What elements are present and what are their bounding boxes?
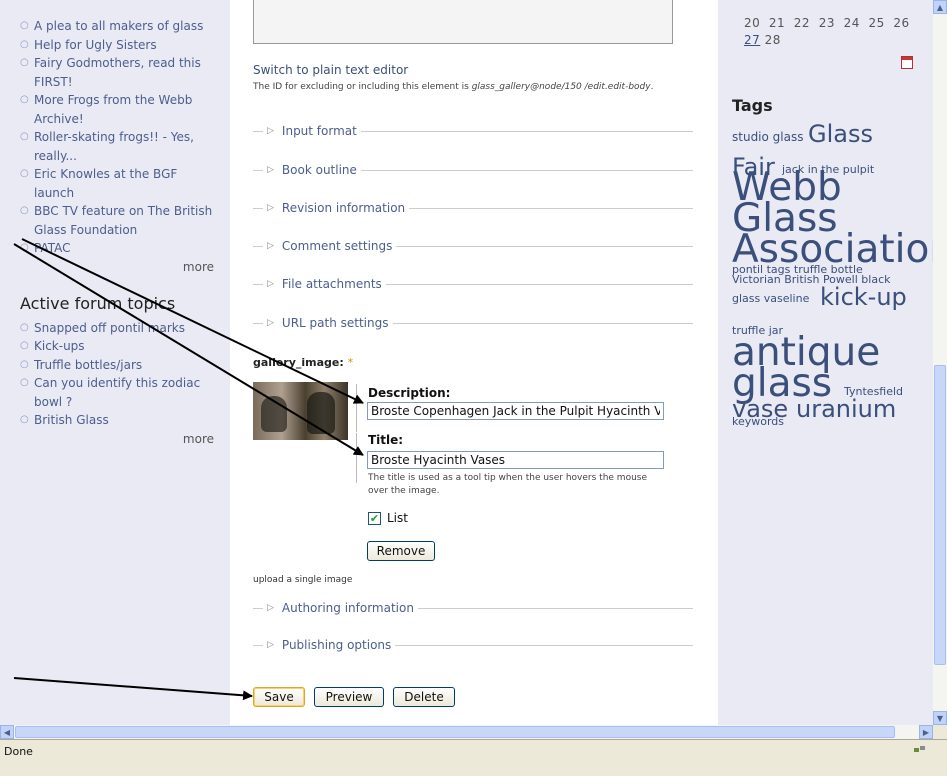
- bullet-icon: ○: [20, 340, 29, 351]
- id-help-text: The ID for excluding or including this e…: [253, 82, 654, 92]
- network-icon: [914, 746, 925, 752]
- list-checkbox-row[interactable]: ✔ List: [368, 511, 408, 525]
- bullet-icon: ○: [20, 131, 29, 142]
- list-item[interactable]: ○ Roller-skating frogs!! - Yes, really...: [20, 128, 230, 165]
- bullet-icon: ○: [20, 242, 29, 253]
- list-item[interactable]: ○ More Frogs from the Webb Archive!: [20, 91, 230, 128]
- horizontal-scroll-thumb[interactable]: [15, 726, 895, 738]
- list-item[interactable]: ○ Snapped off pontil marks: [20, 319, 230, 338]
- tag-link[interactable]: glass vaseline: [732, 293, 809, 304]
- list-label: List: [387, 511, 408, 525]
- list-item[interactable]: ○ Kick-ups: [20, 337, 230, 356]
- bullet-icon: ○: [20, 20, 29, 31]
- preview-button[interactable]: Preview: [314, 687, 384, 707]
- description-input[interactable]: [367, 402, 664, 420]
- title-help-text: The title is used as a tool tip when the…: [368, 473, 648, 496]
- fieldset-url-path-settings[interactable]: ▷ URL path settings: [253, 315, 693, 331]
- calendar-icon[interactable]: [901, 56, 913, 69]
- collapse-triangle-icon: ▷: [267, 279, 274, 289]
- forum-more-link[interactable]: more: [0, 432, 230, 446]
- switch-editor-link[interactable]: Switch to plain text editor: [253, 63, 408, 77]
- calendar-week-row: 20 21 22 23 24 25 26: [744, 16, 910, 30]
- bullet-icon: ○: [20, 377, 29, 388]
- tags-title: Tags: [732, 96, 773, 115]
- save-button[interactable]: Save: [253, 687, 305, 707]
- bullet-icon: ○: [20, 414, 29, 425]
- bullet-icon: ○: [20, 358, 29, 370]
- fieldset-input-format[interactable]: ▷ Input format: [253, 123, 693, 139]
- horizontal-scrollbar[interactable]: ◀ ▶: [0, 725, 933, 739]
- remove-button[interactable]: Remove: [367, 541, 435, 561]
- list-item[interactable]: ○ British Glass: [20, 411, 230, 430]
- vertical-scrollbar[interactable]: ▲ ▼: [933, 0, 947, 725]
- tag-link[interactable]: studio glass: [732, 131, 803, 143]
- body-textarea[interactable]: [253, 0, 673, 44]
- field-divider: [356, 433, 357, 483]
- calendar-day-link[interactable]: 27: [744, 33, 760, 47]
- forum-block-title: Active forum topics: [20, 293, 176, 313]
- list-item[interactable]: ○ PATAC: [20, 239, 230, 258]
- tag-link[interactable]: Glass: [808, 122, 873, 146]
- collapse-triangle-icon: ▷: [267, 318, 274, 328]
- required-mark: *: [347, 356, 354, 369]
- fieldset-comment-settings[interactable]: ▷ Comment settings: [253, 238, 693, 254]
- field-divider: [356, 384, 357, 432]
- gallery-thumbnail: [253, 382, 348, 440]
- left-sidebar: ○ A plea to all makers of glass ○ Help for…: [0, 0, 230, 725]
- list-item[interactable]: ○ Truffle bottles/jars: [20, 356, 230, 375]
- collapse-triangle-icon: ▷: [267, 165, 274, 175]
- calendar-week-row: 27 28: [744, 33, 781, 47]
- fieldset-authoring-information[interactable]: ▷ Authoring information: [253, 600, 693, 616]
- bullet-icon: ○: [20, 94, 29, 105]
- status-text: Done: [4, 745, 33, 758]
- right-sidebar: 20 21 22 23 24 25 26 27 28 Tags studio g…: [718, 0, 933, 725]
- fieldset-file-attachments[interactable]: ▷ File attachments: [253, 276, 693, 292]
- recent-list: ○ A plea to all makers of glass ○ Help for…: [0, 17, 230, 258]
- bullet-icon: ○: [20, 321, 29, 333]
- list-checkbox[interactable]: ✔: [368, 511, 381, 525]
- collapse-triangle-icon: ▷: [267, 640, 274, 650]
- fieldset-revision-information[interactable]: ▷ Revision information: [253, 200, 693, 216]
- scroll-down-icon[interactable]: ▼: [933, 711, 947, 725]
- bullet-icon: ○: [20, 38, 29, 50]
- scroll-up-icon[interactable]: ▲: [933, 0, 947, 14]
- vertical-scroll-thumb[interactable]: [934, 365, 946, 665]
- collapse-triangle-icon: ▷: [267, 126, 274, 136]
- bullet-icon: ○: [20, 57, 29, 68]
- scroll-left-icon[interactable]: ◀: [0, 725, 14, 739]
- title-label: Title:: [368, 433, 404, 447]
- collapse-triangle-icon: ▷: [267, 203, 274, 213]
- tag-link[interactable]: keywords: [732, 416, 784, 427]
- tag-link[interactable]: kick-up: [820, 285, 907, 309]
- scroll-right-icon[interactable]: ▶: [919, 725, 933, 739]
- tag-link[interactable]: uranium: [796, 397, 896, 421]
- collapse-triangle-icon: ▷: [267, 603, 274, 613]
- description-label: Description:: [368, 386, 451, 400]
- list-item[interactable]: ○ Can you identify this zodiac bowl ?: [20, 374, 230, 411]
- collapse-triangle-icon: ▷: [267, 241, 274, 251]
- bullet-icon: ○: [20, 205, 29, 216]
- delete-button[interactable]: Delete: [393, 687, 455, 707]
- list-item[interactable]: ○ A plea to all makers of glass: [20, 17, 230, 36]
- scroll-corner: [933, 725, 947, 739]
- bullet-icon: ○: [20, 168, 29, 179]
- status-bar: Done: [0, 739, 947, 776]
- fieldset-publishing-options[interactable]: ▷ Publishing options: [253, 637, 693, 653]
- forum-list: ○ Snapped off pontil marks ○ Kick-ups ○ Tru…: [0, 319, 230, 430]
- main-content: Switch to plain text editor The ID for e…: [230, 0, 718, 725]
- upload-help-text: upload a single image: [253, 575, 353, 585]
- list-item[interactable]: ○ Help for Ugly Sisters: [20, 36, 230, 55]
- list-item[interactable]: ○ Fairy Godmothers, read this FIRST!: [20, 54, 230, 91]
- list-item[interactable]: ○ Eric Knowles at the BGF launch: [20, 165, 230, 202]
- fieldset-book-outline[interactable]: ▷ Book outline: [253, 162, 693, 178]
- gallery-image-label: gallery_image: *: [253, 356, 354, 369]
- recent-more-link[interactable]: more: [0, 260, 230, 274]
- list-item[interactable]: ○ BBC TV feature on The British Glass Fou…: [20, 202, 230, 239]
- title-input[interactable]: [367, 451, 664, 469]
